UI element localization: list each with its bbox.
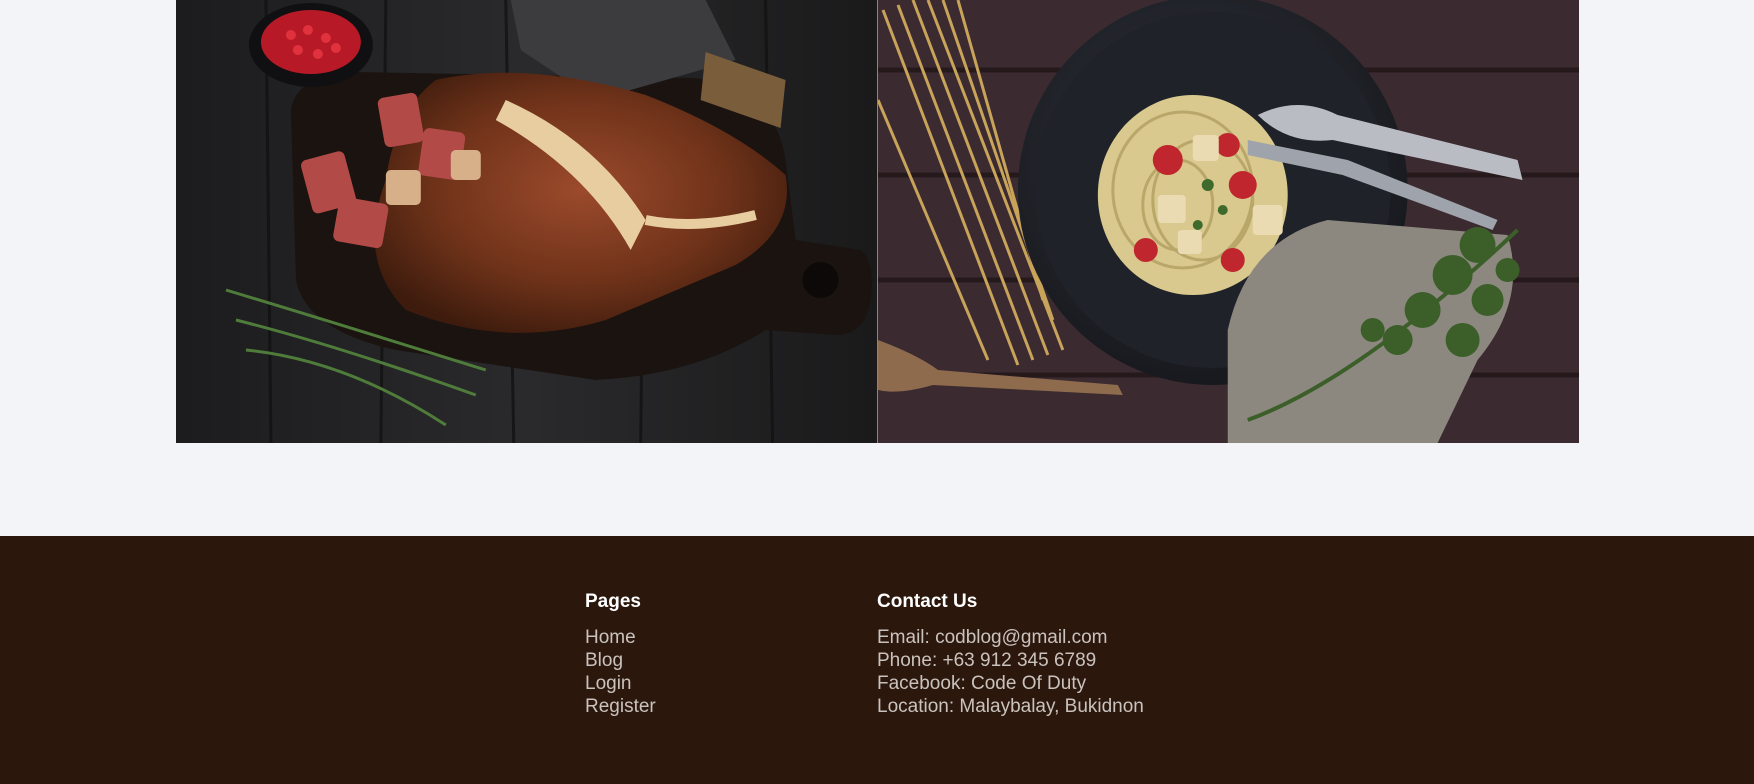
contact-list: Email: codblog@gmail.com Phone: +63 912 … xyxy=(877,626,1297,718)
contact-phone: Phone: +63 912 345 6789 xyxy=(877,650,1097,671)
pages-list-item: Blog xyxy=(585,649,825,672)
login-link[interactable]: Login xyxy=(585,673,632,694)
contact-facebook: Facebook: Code Of Duty xyxy=(877,673,1087,694)
pages-list-item: Register xyxy=(585,695,825,718)
pages-list: Home Blog Login Register xyxy=(585,626,825,718)
register-link[interactable]: Register xyxy=(585,696,656,717)
home-link[interactable]: Home xyxy=(585,627,636,648)
blog-link[interactable]: Blog xyxy=(585,650,623,671)
pages-list-item: Home xyxy=(585,626,825,649)
image-gallery xyxy=(176,0,1579,443)
page: Pages Home Blog Login Register Contact U… xyxy=(0,0,1754,784)
contact-location: Location: Malaybalay, Bukidnon xyxy=(877,696,1144,717)
pages-list-item: Login xyxy=(585,672,825,695)
grilled-steak-photo[interactable] xyxy=(176,0,878,443)
pages-heading: Pages xyxy=(585,591,641,612)
footer-pages-section: Pages Home Blog Login Register xyxy=(585,590,825,718)
pasta-dish-photo[interactable] xyxy=(877,0,1579,443)
site-footer: Pages Home Blog Login Register Contact U… xyxy=(0,536,1754,784)
contact-heading: Contact Us xyxy=(877,591,978,612)
contact-email: Email: codblog@gmail.com xyxy=(877,627,1108,648)
pasta-illustration xyxy=(877,0,1579,443)
steak-illustration xyxy=(176,0,878,443)
footer-contact-section: Contact Us Email: codblog@gmail.com Phon… xyxy=(877,590,1297,718)
